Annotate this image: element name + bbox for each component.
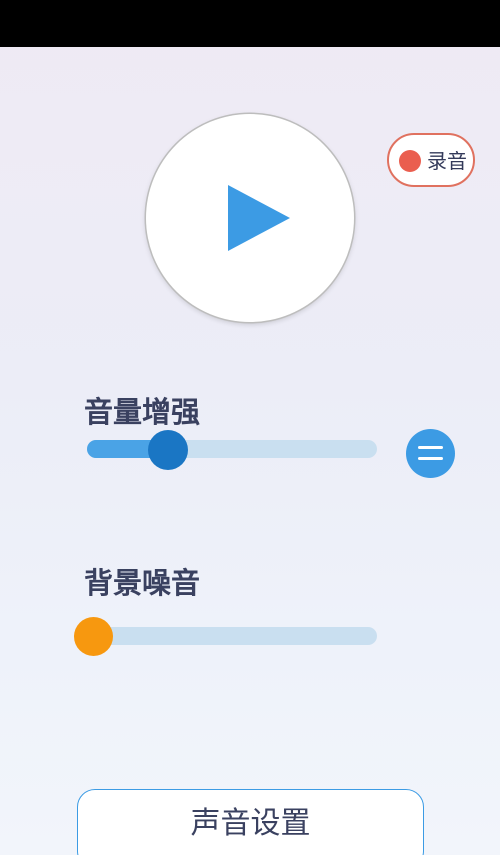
volume-boost-slider[interactable] — [87, 440, 377, 458]
app-screen: 录音 音量增强 背景噪音 声音设置 — [0, 0, 500, 855]
record-button[interactable]: 录音 — [387, 133, 475, 187]
record-dot-icon — [399, 150, 421, 172]
record-label: 录音 — [427, 149, 467, 173]
play-button[interactable] — [146, 114, 354, 322]
volume-boost-title: 音量增强 — [84, 395, 201, 429]
volume-boost-slider-thumb[interactable] — [148, 430, 189, 470]
sound-settings-label: 声音设置 — [190, 806, 311, 841]
sound-settings-button[interactable]: 声音设置 — [77, 789, 424, 855]
play-icon — [228, 185, 290, 251]
background-noise-slider[interactable] — [87, 627, 377, 645]
background-noise-title: 背景噪音 — [84, 566, 201, 600]
menu-button[interactable] — [406, 429, 455, 478]
background-noise-slider-thumb[interactable] — [73, 617, 113, 656]
status-bar — [0, 0, 500, 47]
menu-line — [418, 457, 443, 460]
menu-line — [418, 446, 443, 449]
